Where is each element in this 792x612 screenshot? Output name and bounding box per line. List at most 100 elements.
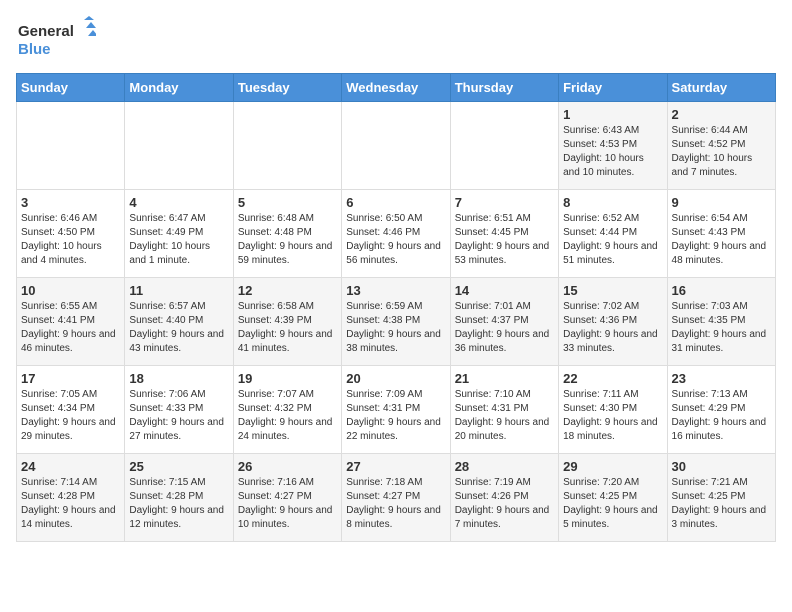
header-thursday: Thursday [450, 74, 558, 102]
day-info: Sunrise: 6:48 AM Sunset: 4:48 PM Dayligh… [238, 212, 337, 268]
day-info: Sunrise: 6:46 AM Sunset: 4:50 PM Dayligh… [21, 212, 120, 268]
calendar-cell: 11 Sunrise: 6:57 AM Sunset: 4:40 PM Dayli… [125, 278, 233, 366]
day-number: 26 [238, 459, 337, 474]
logo: General Blue [16, 16, 96, 61]
header-friday: Friday [559, 74, 667, 102]
day-info: Sunrise: 6:51 AM Sunset: 4:45 PM Dayligh… [455, 212, 554, 268]
calendar-cell: 16 Sunrise: 7:03 AM Sunset: 4:35 PM Dayli… [667, 278, 775, 366]
calendar-cell: 21 Sunrise: 7:10 AM Sunset: 4:31 PM Dayli… [450, 366, 558, 454]
day-info: Sunrise: 6:54 AM Sunset: 4:43 PM Dayligh… [672, 212, 771, 268]
calendar-cell: 20 Sunrise: 7:09 AM Sunset: 4:31 PM Dayli… [342, 366, 450, 454]
day-number: 4 [129, 195, 228, 210]
header-saturday: Saturday [667, 74, 775, 102]
header-sunday: Sunday [17, 74, 125, 102]
day-number: 23 [672, 371, 771, 386]
day-info: Sunrise: 6:52 AM Sunset: 4:44 PM Dayligh… [563, 212, 662, 268]
calendar-cell: 24Sunrise: 7:14 AM Sunset: 4:28 PM Dayli… [17, 454, 125, 542]
calendar-cell: 1 Sunrise: 6:43 AM Sunset: 4:53 PM Daylig… [559, 102, 667, 190]
day-number: 20 [346, 371, 445, 386]
day-number: 8 [563, 195, 662, 210]
day-number: 19 [238, 371, 337, 386]
day-info: Sunrise: 7:02 AM Sunset: 4:36 PM Dayligh… [563, 300, 662, 356]
calendar-body: 1 Sunrise: 6:43 AM Sunset: 4:53 PM Daylig… [17, 102, 776, 542]
calendar-cell: 3 Sunrise: 6:46 AM Sunset: 4:50 PM Daylig… [17, 190, 125, 278]
day-number: 3 [21, 195, 120, 210]
header: General Blue [16, 16, 776, 61]
day-number: 6 [346, 195, 445, 210]
calendar-cell [233, 102, 341, 190]
day-info: Sunrise: 6:57 AM Sunset: 4:40 PM Dayligh… [129, 300, 228, 356]
calendar-cell: 19 Sunrise: 7:07 AM Sunset: 4:32 PM Dayli… [233, 366, 341, 454]
calendar-cell [342, 102, 450, 190]
day-number: 5 [238, 195, 337, 210]
header-wednesday: Wednesday [342, 74, 450, 102]
day-info: Sunrise: 7:18 AM Sunset: 4:27 PM Dayligh… [346, 476, 445, 532]
day-info: Sunrise: 6:58 AM Sunset: 4:39 PM Dayligh… [238, 300, 337, 356]
calendar-cell: 25 Sunrise: 7:15 AM Sunset: 4:28 PM Dayli… [125, 454, 233, 542]
day-info: Sunrise: 6:44 AM Sunset: 4:52 PM Dayligh… [672, 124, 771, 180]
day-number: 7 [455, 195, 554, 210]
calendar-cell: 28Sunrise: 7:19 AM Sunset: 4:26 PM Dayli… [450, 454, 558, 542]
day-number: 29 [563, 459, 662, 474]
day-number: 1 [563, 107, 662, 122]
calendar-cell: 8 Sunrise: 6:52 AM Sunset: 4:44 PM Daylig… [559, 190, 667, 278]
calendar-cell: 9 Sunrise: 6:54 AM Sunset: 4:43 PM Daylig… [667, 190, 775, 278]
logo-svg: General Blue [16, 16, 96, 61]
day-number: 12 [238, 283, 337, 298]
calendar-cell: 17 Sunrise: 7:05 AM Sunset: 4:34 PM Dayli… [17, 366, 125, 454]
day-info: Sunrise: 7:11 AM Sunset: 4:30 PM Dayligh… [563, 388, 662, 444]
calendar-cell: 2 Sunrise: 6:44 AM Sunset: 4:52 PM Daylig… [667, 102, 775, 190]
calendar-cell: 5 Sunrise: 6:48 AM Sunset: 4:48 PM Daylig… [233, 190, 341, 278]
calendar-cell: 14Sunrise: 7:01 AM Sunset: 4:37 PM Dayli… [450, 278, 558, 366]
day-info: Sunrise: 7:03 AM Sunset: 4:35 PM Dayligh… [672, 300, 771, 356]
day-number: 17 [21, 371, 120, 386]
calendar-cell: 4 Sunrise: 6:47 AM Sunset: 4:49 PM Daylig… [125, 190, 233, 278]
calendar-cell: 27 Sunrise: 7:18 AM Sunset: 4:27 PM Dayli… [342, 454, 450, 542]
calendar-cell: 26Sunrise: 7:16 AM Sunset: 4:27 PM Dayli… [233, 454, 341, 542]
calendar-cell: 7 Sunrise: 6:51 AM Sunset: 4:45 PM Daylig… [450, 190, 558, 278]
day-number: 22 [563, 371, 662, 386]
day-info: Sunrise: 7:21 AM Sunset: 4:25 PM Dayligh… [672, 476, 771, 532]
day-info: Sunrise: 7:07 AM Sunset: 4:32 PM Dayligh… [238, 388, 337, 444]
day-number: 16 [672, 283, 771, 298]
calendar-week-row: 24Sunrise: 7:14 AM Sunset: 4:28 PM Dayli… [17, 454, 776, 542]
day-info: Sunrise: 7:10 AM Sunset: 4:31 PM Dayligh… [455, 388, 554, 444]
calendar-week-row: 1 Sunrise: 6:43 AM Sunset: 4:53 PM Daylig… [17, 102, 776, 190]
day-info: Sunrise: 7:13 AM Sunset: 4:29 PM Dayligh… [672, 388, 771, 444]
calendar-cell: 23 Sunrise: 7:13 AM Sunset: 4:29 PM Dayli… [667, 366, 775, 454]
day-info: Sunrise: 7:20 AM Sunset: 4:25 PM Dayligh… [563, 476, 662, 532]
day-number: 11 [129, 283, 228, 298]
calendar-cell: 13Sunrise: 6:59 AM Sunset: 4:38 PM Dayli… [342, 278, 450, 366]
calendar-cell [17, 102, 125, 190]
day-number: 18 [129, 371, 228, 386]
calendar-cell: 10 Sunrise: 6:55 AM Sunset: 4:41 PM Dayli… [17, 278, 125, 366]
calendar-week-row: 10 Sunrise: 6:55 AM Sunset: 4:41 PM Dayli… [17, 278, 776, 366]
calendar-cell: 12 Sunrise: 6:58 AM Sunset: 4:39 PM Dayli… [233, 278, 341, 366]
day-number: 10 [21, 283, 120, 298]
day-info: Sunrise: 7:09 AM Sunset: 4:31 PM Dayligh… [346, 388, 445, 444]
day-number: 25 [129, 459, 228, 474]
day-info: Sunrise: 7:06 AM Sunset: 4:33 PM Dayligh… [129, 388, 228, 444]
day-info: Sunrise: 6:50 AM Sunset: 4:46 PM Dayligh… [346, 212, 445, 268]
day-info: Sunrise: 6:43 AM Sunset: 4:53 PM Dayligh… [563, 124, 662, 180]
day-number: 21 [455, 371, 554, 386]
day-info: Sunrise: 7:05 AM Sunset: 4:34 PM Dayligh… [21, 388, 120, 444]
day-number: 30 [672, 459, 771, 474]
calendar-week-row: 3 Sunrise: 6:46 AM Sunset: 4:50 PM Daylig… [17, 190, 776, 278]
calendar-cell: 18 Sunrise: 7:06 AM Sunset: 4:33 PM Dayli… [125, 366, 233, 454]
day-info: Sunrise: 6:55 AM Sunset: 4:41 PM Dayligh… [21, 300, 120, 356]
calendar-cell: 30 Sunrise: 7:21 AM Sunset: 4:25 PM Dayli… [667, 454, 775, 542]
day-info: Sunrise: 6:47 AM Sunset: 4:49 PM Dayligh… [129, 212, 228, 268]
day-number: 15 [563, 283, 662, 298]
calendar-week-row: 17 Sunrise: 7:05 AM Sunset: 4:34 PM Dayli… [17, 366, 776, 454]
day-number: 27 [346, 459, 445, 474]
header-tuesday: Tuesday [233, 74, 341, 102]
day-info: Sunrise: 7:15 AM Sunset: 4:28 PM Dayligh… [129, 476, 228, 532]
weekday-header-row: Sunday Monday Tuesday Wednesday Thursday… [17, 74, 776, 102]
day-number: 9 [672, 195, 771, 210]
calendar-cell [125, 102, 233, 190]
day-number: 14 [455, 283, 554, 298]
svg-text:Blue: Blue [18, 41, 51, 58]
day-number: 2 [672, 107, 771, 122]
day-number: 24 [21, 459, 120, 474]
